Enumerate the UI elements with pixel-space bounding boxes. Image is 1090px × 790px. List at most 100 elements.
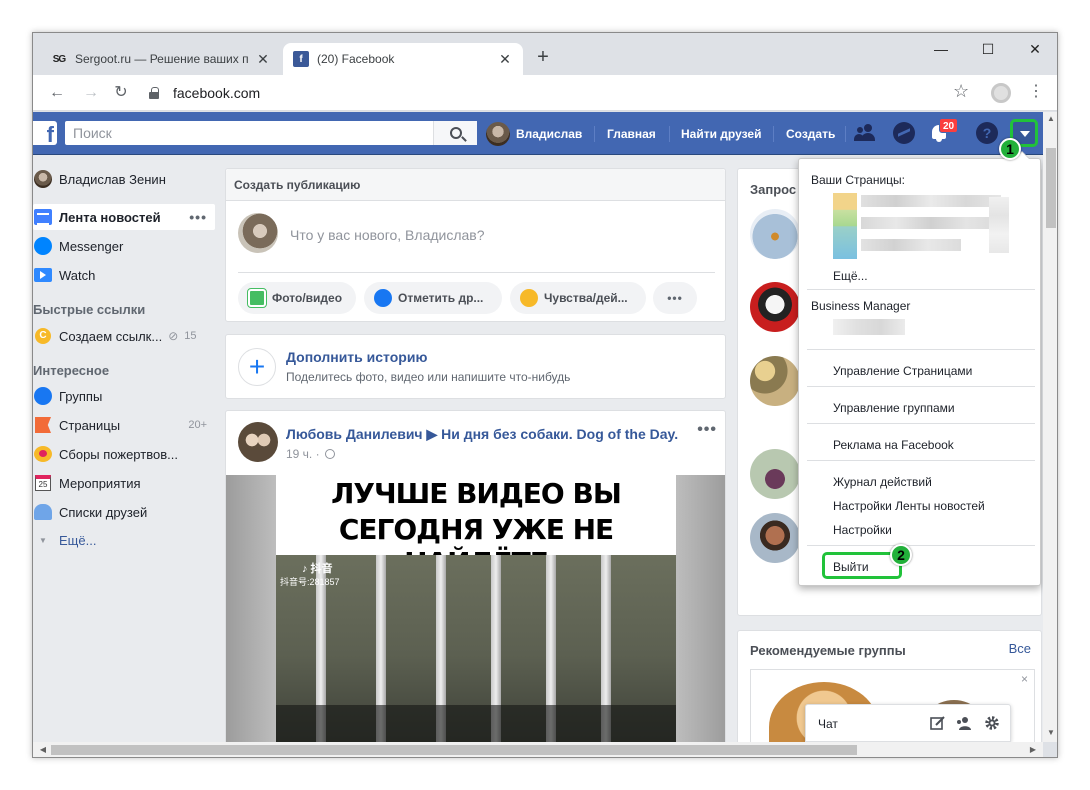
messenger-icon[interactable] — [893, 122, 915, 144]
profile-icon[interactable] — [991, 83, 1011, 103]
sidebar-item-groups[interactable]: Группы — [33, 383, 215, 409]
menu-item-news-feed-preferences[interactable]: Настройки Ленты новостей — [833, 499, 985, 513]
profile-link[interactable]: Владислав — [486, 112, 582, 155]
avatar — [34, 170, 52, 188]
avatar[interactable] — [750, 449, 800, 499]
avatar[interactable] — [750, 356, 800, 406]
tiktok-watermark: ♪ 抖音 — [302, 563, 333, 575]
profile-name: Владислав — [516, 126, 583, 141]
close-icon[interactable]: ✕ — [255, 51, 271, 68]
help-icon[interactable]: ? — [976, 122, 998, 144]
scroll-up-arrow[interactable]: ▲ — [1043, 114, 1057, 123]
forward-button[interactable]: → — [79, 81, 103, 105]
window-close-button[interactable]: ✕ — [1015, 37, 1055, 61]
avatar[interactable] — [750, 282, 800, 332]
minimize-button[interactable]: — — [921, 37, 961, 61]
home-link[interactable]: Главная — [607, 112, 656, 155]
sidebar-item-friend-lists[interactable]: Списки друзей — [33, 499, 215, 525]
tag-person-icon — [374, 289, 392, 307]
sidebar-item-label: Watch — [59, 267, 96, 283]
sidebar-item-label: Сборы пожертвов... — [59, 446, 178, 462]
sidebar-item-watch[interactable]: Watch — [33, 262, 215, 288]
messenger-icon — [34, 237, 52, 255]
tag-friends-button[interactable]: Отметить др... — [364, 282, 502, 314]
back-button[interactable]: ← — [45, 81, 69, 105]
search-button[interactable] — [433, 121, 477, 145]
address-bar[interactable]: facebook.com — [143, 80, 983, 106]
create-link[interactable]: Создать — [786, 112, 835, 155]
shortcut-count: 15 — [184, 330, 197, 342]
menu-item-settings[interactable]: Настройки — [833, 523, 892, 537]
maximize-button[interactable]: ☐ — [968, 37, 1008, 61]
scrollbar-thumb[interactable] — [51, 745, 857, 755]
page-name-blurred[interactable] — [861, 217, 1001, 229]
avatar[interactable] — [750, 209, 800, 259]
tab-title: Sergoot.ru — Решение ваших п — [75, 52, 249, 66]
sidebar-item-messenger[interactable]: Messenger — [33, 233, 215, 259]
chat-bar[interactable]: Чат — [805, 704, 1011, 742]
photo-video-button[interactable]: Фото/видео — [238, 282, 356, 314]
gear-icon[interactable] — [984, 715, 1000, 731]
friends-list-icon — [34, 504, 52, 520]
account-dropdown-menu: Ваши Страницы: Ещё... Business Manager У… — [798, 151, 1041, 586]
button-label: Отметить др... — [398, 291, 484, 305]
new-tab-button[interactable]: + — [531, 46, 555, 69]
page-avatar-blurred[interactable] — [833, 193, 857, 259]
post-options-icon[interactable]: ••• — [697, 421, 717, 439]
search-input[interactable]: Поиск — [65, 121, 477, 145]
horizontal-scrollbar[interactable]: ◀ ▶ — [33, 742, 1043, 757]
avatar — [238, 213, 278, 253]
button-label: Фото/видео — [272, 291, 343, 305]
post-author[interactable]: Любовь Данилевич ▶ Ни дня без собаки. Do… — [286, 426, 678, 443]
requests-title: Запрос — [750, 182, 797, 197]
tab-sergoot[interactable]: SG Sergoot.ru — Решение ваших п ✕ — [41, 43, 281, 75]
menu-item-manage-pages[interactable]: Управление Страницами — [833, 364, 972, 378]
friend-requests-icon[interactable] — [854, 124, 881, 146]
sidebar-item-pages[interactable]: Страницы 20+ — [33, 412, 215, 438]
browser-toolbar: ← → ↻ facebook.com ☆ ⋮ — [33, 75, 1057, 111]
sidebar-more-link[interactable]: ▼ Ещё... — [33, 527, 215, 553]
divider — [594, 126, 595, 142]
vertical-scrollbar[interactable]: ▲ ▼ — [1043, 112, 1057, 742]
sidebar-item-profile[interactable]: Владислав Зенин — [33, 166, 215, 192]
composer-input[interactable]: Что у вас нового, Владислав? — [290, 227, 485, 243]
sidebar-item-label: Лента новостей — [59, 209, 161, 225]
business-manager-heading[interactable]: Business Manager — [811, 299, 910, 313]
new-group-icon[interactable] — [956, 715, 972, 731]
scrollbar-thumb[interactable] — [1046, 148, 1056, 228]
menu-item-manage-groups[interactable]: Управление группами — [833, 401, 955, 415]
tab-title: (20) Facebook — [317, 52, 395, 66]
scroll-left-arrow[interactable]: ◀ — [35, 742, 51, 757]
compose-icon[interactable] — [930, 715, 946, 731]
dropdown-more-pages[interactable]: Ещё... — [833, 269, 868, 283]
reload-button[interactable]: ↻ — [109, 81, 133, 105]
avatar[interactable] — [238, 422, 278, 462]
business-account-blurred[interactable] — [833, 319, 905, 335]
find-friends-link[interactable]: Найти друзей — [681, 112, 761, 155]
close-icon[interactable]: ✕ — [497, 51, 513, 68]
avatar[interactable] — [750, 513, 800, 563]
facebook-logo[interactable]: f — [33, 121, 57, 147]
sidebar-item-fundraisers[interactable]: Сборы пожертвов... — [33, 441, 215, 467]
page-name-blurred[interactable] — [861, 195, 1001, 207]
see-all-link[interactable]: Все — [1009, 641, 1031, 656]
browser-menu-button[interactable]: ⋮ — [1028, 81, 1044, 101]
more-options-icon[interactable]: ••• — [189, 209, 215, 225]
composer-more-button[interactable]: ••• — [653, 282, 697, 314]
menu-item-advertising[interactable]: Реклама на Facebook — [833, 438, 954, 452]
feeling-activity-button[interactable]: Чувства/дей... — [510, 282, 646, 314]
menu-item-activity-log[interactable]: Журнал действий — [833, 475, 932, 489]
sidebar-item-label: Владислав Зенин — [59, 171, 166, 187]
bookmark-star-icon[interactable]: ☆ — [953, 81, 969, 102]
scroll-right-arrow[interactable]: ▶ — [1025, 742, 1041, 757]
sidebar-item-events[interactable]: 25 Мероприятия — [33, 470, 215, 496]
scroll-down-arrow[interactable]: ▼ — [1043, 728, 1057, 737]
sidebar-item-news-feed[interactable]: Лента новостей ••• — [33, 204, 215, 230]
sidebar-item-shortcut[interactable]: C Создаем ссылк... ⊘ 15 — [33, 323, 215, 349]
post-video[interactable]: ЛУЧШЕ ВИДЕО ВЫ СЕГОДНЯ УЖЕ НЕ НАЙДЁТЕ ♪ … — [226, 475, 725, 742]
url-text: facebook.com — [173, 85, 261, 101]
tab-facebook[interactable]: f (20) Facebook ✕ — [283, 43, 523, 75]
add-story-card[interactable]: + Дополнить историю Поделитесь фото, вид… — [225, 334, 726, 399]
close-icon[interactable]: × — [1021, 672, 1028, 686]
page-name-blurred[interactable] — [861, 239, 961, 251]
